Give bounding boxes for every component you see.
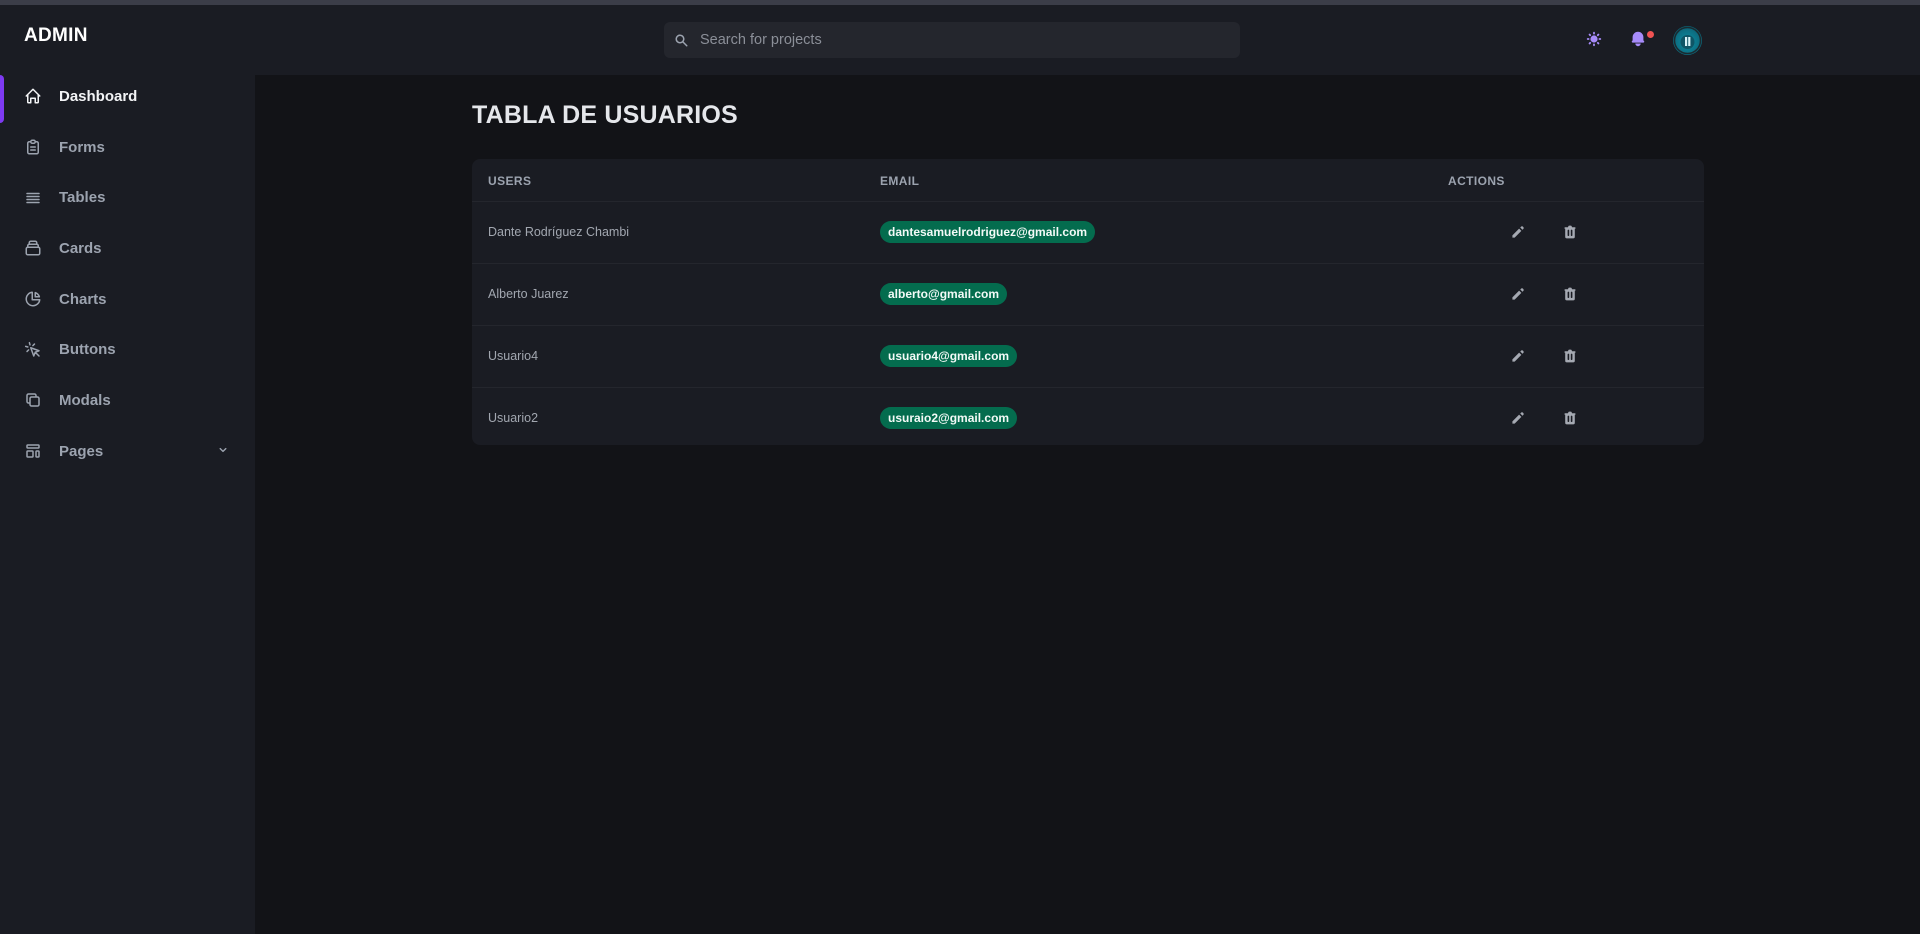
email-badge: usuraio2@gmail.com [880,407,1018,429]
trash-icon[interactable] [1561,409,1579,427]
sidebar-item-cards[interactable]: Cards [0,223,255,274]
edit-icon[interactable] [1509,347,1527,365]
table-row: Dante Rodríguez Chambi dantesamuelrodrig… [472,202,1704,264]
user-name: Alberto Juarez [488,287,569,301]
user-name: Dante Rodríguez Chambi [488,225,630,239]
trash-icon[interactable] [1561,347,1579,365]
email-badge: dantesamuelrodriguez@gmail.com [880,221,1096,243]
edit-icon[interactable] [1509,409,1527,427]
sun-icon[interactable] [1584,29,1604,49]
user-name: Usuario2 [488,411,539,425]
sidebar-item-pages[interactable]: Pages [0,426,255,477]
avatar-image [1673,26,1702,55]
sidebar-item-label: Buttons [59,341,116,359]
home-icon [24,87,42,105]
clipboard-icon [24,138,42,156]
list-icon [24,189,42,207]
table-row: Alberto Juarez alberto@gmail.com [472,264,1704,326]
trash-icon[interactable] [1561,223,1579,241]
user-name: Usuario4 [488,349,539,363]
sidebar-item-label: Cards [59,239,102,257]
sidebar: ADMIN Dashboard Forms Tables Cards Chart… [0,5,255,934]
sidebar-item-modals[interactable]: Modals [0,375,255,426]
table-row: Usuario4 usuario4@gmail.com [472,326,1704,388]
edit-icon[interactable] [1509,223,1527,241]
search-bar[interactable] [664,22,1240,58]
page-title: TABLA DE USUARIOS [472,101,738,129]
sidebar-item-forms[interactable]: Forms [0,122,255,173]
brand-logo[interactable]: ADMIN [24,25,88,47]
email-badge: alberto@gmail.com [880,283,1008,305]
sidebar-item-label: Forms [59,138,105,156]
active-indicator [0,75,4,123]
pie-chart-icon [24,290,42,308]
chevron-down-icon[interactable] [216,443,230,462]
sidebar-item-tables[interactable]: Tables [0,172,255,223]
search-input[interactable] [698,31,1222,49]
edit-icon[interactable] [1509,285,1527,303]
sidebar-item-label: Charts [59,290,107,308]
top-header [255,5,1920,75]
table-row: Usuario2 usuraio2@gmail.com [472,388,1704,445]
bell-icon[interactable] [1628,29,1648,49]
sidebar-item-buttons[interactable]: Buttons [0,324,255,375]
email-badge: usuario4@gmail.com [880,345,1018,367]
sidebar-item-label: Modals [59,391,111,409]
sidebar-nav: Dashboard Forms Tables Cards Charts Butt… [0,71,255,477]
sidebar-item-label: Dashboard [59,87,138,105]
duplicate-icon [24,391,42,409]
column-header-actions: ACTIONS [1448,174,1505,188]
users-table: USERS EMAIL ACTIONS Dante Rodríguez Cham… [472,159,1704,445]
sidebar-item-dashboard[interactable]: Dashboard [0,71,255,123]
search-icon [674,33,689,48]
sidebar-item-charts[interactable]: Charts [0,274,255,325]
sidebar-item-label: Pages [59,442,104,460]
template-icon [24,442,42,460]
column-header-users: USERS [488,174,532,188]
column-header-email: EMAIL [880,174,920,188]
notification-dot [1646,30,1655,39]
table-header: USERS EMAIL ACTIONS [472,159,1704,202]
avatar[interactable] [1673,26,1702,55]
sidebar-item-label: Tables [59,189,106,207]
trash-icon[interactable] [1561,285,1579,303]
cards-icon [24,239,42,257]
cursor-click-icon [24,341,42,359]
